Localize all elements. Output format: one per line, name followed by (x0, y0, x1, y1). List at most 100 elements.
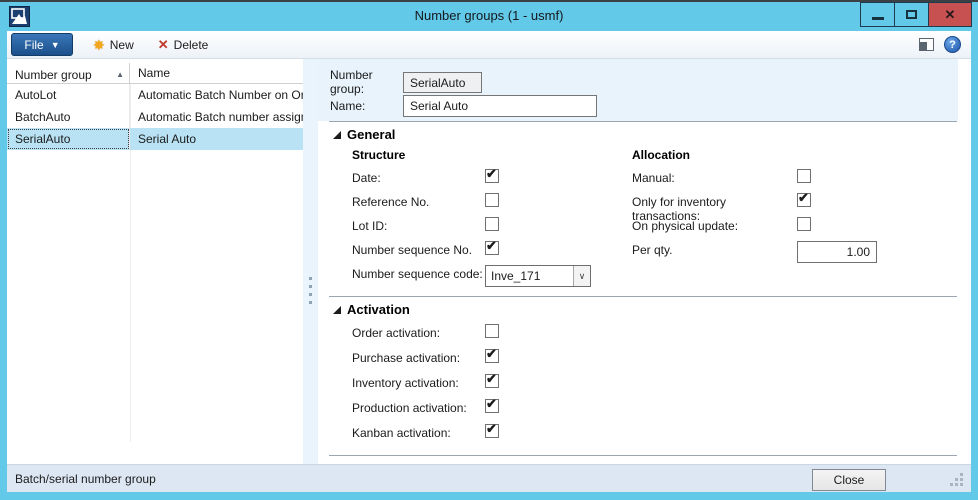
date-checkbox[interactable]: ✔ (485, 169, 499, 183)
collapse-triangle-icon (333, 131, 341, 139)
close-icon: ✕ (945, 8, 956, 21)
new-button[interactable]: ✸ New (89, 35, 138, 55)
only-for-inventory-transactions-row: Only for inventory transactions:✔ (632, 193, 882, 217)
date-row: Date:✔ (352, 169, 597, 193)
general-section-header[interactable]: General (333, 127, 395, 142)
checkmark-icon: ✔ (486, 166, 497, 182)
panel-splitter[interactable] (303, 59, 318, 464)
per-qty-label: Per qty. (632, 241, 797, 257)
only-for-inventory-transactions-checkbox[interactable]: ✔ (797, 193, 811, 207)
production-activation-label: Production activation: (352, 399, 485, 415)
checkmark-icon: ✔ (486, 371, 497, 387)
reference-no-checkbox[interactable] (485, 193, 499, 207)
checkmark-icon: ✔ (486, 346, 497, 362)
activation-section-title: Activation (347, 302, 410, 317)
delete-x-icon: ✕ (158, 38, 169, 51)
title-bar[interactable]: Number groups (1 - usmf) ✕ (0, 2, 978, 31)
number-groups-window: Number groups (1 - usmf) ✕ File ▼ ✸ New (0, 0, 978, 500)
delete-button[interactable]: ✕ Delete (154, 35, 213, 55)
per-qty-row: Per qty.1.00 (632, 241, 882, 265)
cell-name[interactable]: Automatic Batch number assign (130, 106, 303, 128)
number-sequence-no-checkbox[interactable]: ✔ (485, 241, 499, 255)
close-button[interactable]: Close (812, 469, 886, 491)
number-group-grid: Number group ▲ Name AutoLotAutomatic Bat… (7, 59, 303, 464)
on-physical-update-checkbox[interactable] (797, 217, 811, 231)
manual-row: Manual: (632, 169, 882, 193)
help-icon[interactable]: ? (944, 36, 961, 53)
section-separator (329, 455, 957, 456)
activation-section-header[interactable]: Activation (333, 302, 410, 317)
combobox-value: Inve_171 (486, 266, 573, 286)
sort-ascending-icon: ▲ (116, 70, 124, 79)
allocation-group-title: Allocation (632, 148, 690, 162)
window-title: Number groups (1 - usmf) (0, 8, 978, 23)
resize-grip-icon[interactable] (960, 473, 963, 476)
general-section-title: General (347, 127, 395, 142)
name-row: Name: Serial Auto (330, 95, 597, 117)
production-activation-row: Production activation:✔ (352, 399, 597, 424)
purchase-activation-row: Purchase activation:✔ (352, 349, 597, 374)
number-sequence-no-label: Number sequence No. (352, 241, 485, 257)
inventory-activation-checkbox[interactable]: ✔ (485, 374, 499, 388)
number-group-field[interactable]: SerialAuto (403, 72, 482, 93)
kanban-activation-label: Kanban activation: (352, 424, 485, 440)
window-body: File ▼ ✸ New ✕ Delete ? Number group ▲ (7, 31, 971, 492)
order-activation-checkbox[interactable] (485, 324, 499, 338)
date-label: Date: (352, 169, 485, 185)
manual-checkbox[interactable] (797, 169, 811, 183)
grid-row-serialauto[interactable]: SerialAutoSerial Auto (7, 128, 303, 150)
production-activation-checkbox[interactable]: ✔ (485, 399, 499, 413)
maximize-icon (906, 10, 917, 19)
order-activation-label: Order activation: (352, 324, 485, 340)
file-menu-label: File (24, 38, 43, 52)
column-header-label: Name (138, 66, 170, 80)
grid-rows: AutoLotAutomatic Batch Number on OrBatch… (7, 84, 303, 150)
cell-number-group[interactable]: AutoLot (7, 84, 130, 106)
checkmark-icon: ✔ (486, 238, 497, 254)
number-sequence-code-row: Number sequence code:Inve_171∨ (352, 265, 597, 289)
grid-row-batchauto[interactable]: BatchAutoAutomatic Batch number assign (7, 106, 303, 128)
grid-header: Number group ▲ Name (7, 63, 303, 84)
file-menu-button[interactable]: File ▼ (11, 33, 73, 56)
number-sequence-code-label: Number sequence code: (352, 265, 485, 281)
inventory-activation-row: Inventory activation:✔ (352, 374, 597, 399)
cell-number-group[interactable]: SerialAuto (7, 128, 130, 150)
layout-pane-icon[interactable] (919, 38, 934, 51)
number-group-row: Number group: SerialAuto (330, 68, 482, 96)
new-button-label: New (110, 38, 134, 52)
kanban-activation-checkbox[interactable]: ✔ (485, 424, 499, 438)
toolbar: File ▼ ✸ New ✕ Delete ? (7, 31, 971, 59)
dropdown-arrow-icon[interactable]: ∨ (573, 266, 590, 286)
reference-no-label: Reference No. (352, 193, 485, 209)
close-window-button[interactable]: ✕ (928, 2, 972, 27)
cell-name[interactable]: Automatic Batch Number on Or (130, 84, 303, 106)
maximize-button[interactable] (894, 2, 928, 27)
detail-panel: Number group: SerialAuto Name: Serial Au… (318, 59, 958, 464)
column-header-name[interactable]: Name (130, 63, 303, 83)
window-controls: ✕ (860, 2, 972, 27)
status-bar: Batch/serial number group Close (7, 464, 971, 492)
structure-fields: Date:✔Reference No.Lot ID:Number sequenc… (352, 169, 597, 289)
checkmark-icon: ✔ (486, 396, 497, 412)
delete-button-label: Delete (174, 38, 209, 52)
grid-row-autolot[interactable]: AutoLotAutomatic Batch Number on Or (7, 84, 303, 106)
lot-id-row: Lot ID: (352, 217, 597, 241)
allocation-fields: Manual:Only for inventory transactions:✔… (632, 169, 882, 265)
minimize-button[interactable] (860, 2, 894, 27)
section-separator (329, 296, 957, 297)
name-field[interactable]: Serial Auto (403, 95, 597, 117)
cell-number-group[interactable]: BatchAuto (7, 106, 130, 128)
activation-fields: Order activation: Purchase activation:✔In… (352, 324, 597, 449)
column-header-number-group[interactable]: Number group ▲ (7, 63, 130, 83)
lot-id-checkbox[interactable] (485, 217, 499, 231)
column-header-label: Number group (15, 68, 92, 82)
purchase-activation-checkbox[interactable]: ✔ (485, 349, 499, 363)
checkmark-icon: ✔ (798, 190, 809, 206)
lot-id-label: Lot ID: (352, 217, 485, 233)
chevron-down-icon: ▼ (51, 40, 60, 50)
collapse-triangle-icon (333, 306, 341, 314)
number-sequence-code-combobox[interactable]: Inve_171∨ (485, 265, 591, 287)
per-qty-field[interactable]: 1.00 (797, 241, 877, 263)
on-physical-update-row: On physical update: (632, 217, 882, 241)
cell-name[interactable]: Serial Auto (130, 128, 303, 150)
